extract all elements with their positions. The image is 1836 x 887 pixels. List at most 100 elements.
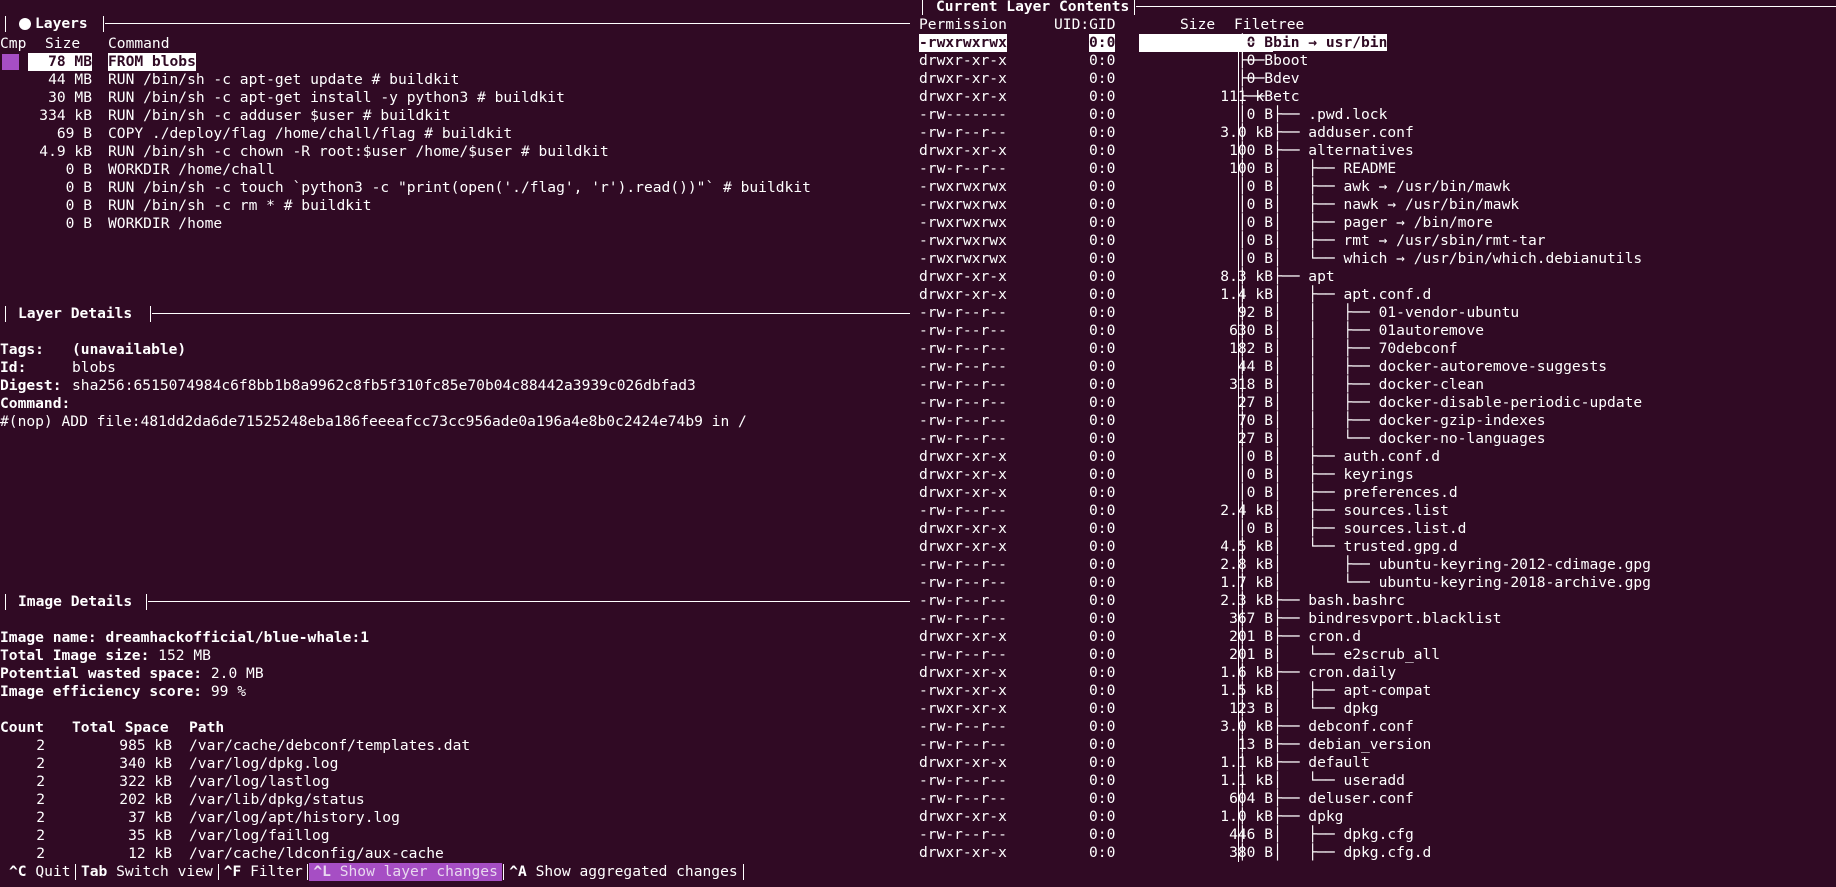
filetree-row[interactable]: drwxr-xr-x 0:0 100 B │ ├── alternatives (919, 142, 1836, 160)
file-name: 01-vendor-ubuntu (1378, 304, 1520, 321)
file-tree-entry: ├── boot (1238, 52, 1308, 70)
file-uidgid: 0:0 (1089, 538, 1116, 555)
filetree-row[interactable]: -rw-r--r-- 0:0 318 B │ │ │ ├── docker-clean (919, 376, 1836, 394)
filetree-row[interactable]: -rw-r--r-- 0:0 2.8 kB │ │ ├── ubuntu-keyrin… (919, 556, 1836, 574)
filetree-row[interactable]: -rw-r--r-- 0:0 630 B │ │ │ ├── 01autoremove (919, 322, 1836, 340)
filetree-row[interactable]: drwxr-xr-x 0:0 380 B │ │ ├── dpkg.cfg.d (919, 844, 1836, 862)
file-permission: drwxr-xr-x (919, 664, 1007, 681)
filetree-row[interactable]: -rw-r--r-- 0:0 2.4 kB │ │ ├── sources.list (919, 502, 1836, 520)
filetree-row[interactable]: drwxr-xr-x 0:0 111 kB ├── etc (919, 88, 1836, 106)
tree-branch-glyph: │ │ ├── (1238, 232, 1344, 249)
filetree-row[interactable]: -rw-r--r-- 0:0 100 B │ │ ├── README (919, 160, 1836, 178)
statusbar-label: Filter (250, 863, 303, 880)
file-permission: -rwxr-xr-x (919, 682, 1007, 699)
command-value: #(nop) ADD file:481dd2da6de71525248eba18… (0, 413, 747, 430)
layer-command: RUN /bin/sh -c apt-get update # buildkit (108, 71, 460, 88)
file-uidgid: 0:0 (1089, 160, 1116, 177)
file-permission: drwxr-xr-x (919, 142, 1007, 159)
file-name: docker-no-languages (1378, 430, 1546, 447)
file-name: dpkg.cfg (1343, 826, 1414, 843)
file-permission: -rw-r--r-- (919, 160, 1007, 177)
filetree-row[interactable]: -rw-r--r-- 0:0 182 B │ │ │ ├── 70debconf (919, 340, 1836, 358)
file-name: cron.daily (1308, 664, 1397, 681)
filetree-row[interactable]: drwxr-xr-x 0:0 0 B │ │ ├── sources.list.d (919, 520, 1836, 538)
file-tree-entry: │ │ ├── sources.list.d (1238, 520, 1466, 538)
filetree-row[interactable]: -rw-r--r-- 0:0 1.7 kB │ │ └── ubuntu-keyrin… (919, 574, 1836, 592)
filetree-row[interactable]: -rwxrwxrwx 0:0 0 B │ │ └── which → /usr/bin… (919, 250, 1836, 268)
filetree-row[interactable]: -rwxrwxrwx 0:0 0 B │ │ ├── pager → /bin/mor… (919, 214, 1836, 232)
filetree-row[interactable]: -rw-r--r-- 0:0 92 B │ │ │ ├── 01-vendor-ubu… (919, 304, 1836, 322)
filetree-row[interactable]: -rw-r--r-- 0:0 44 B │ │ │ ├── docker-autore… (919, 358, 1836, 376)
filetree-row[interactable]: -rwxr-xr-x 0:0 123 B │ │ └── dpkg (919, 700, 1836, 718)
filetree-row[interactable]: drwxr-xr-x 0:0 0 B ├── dev (919, 70, 1836, 88)
filetree-row[interactable]: -rwxr-xr-x 0:0 1.5 kB │ │ ├── apt-compat (919, 682, 1836, 700)
wasted-path: /var/log/dpkg.log (189, 755, 339, 772)
digest-label: Digest: (0, 377, 62, 394)
file-uidgid: 0:0 (1089, 232, 1116, 249)
filetree-row[interactable]: -rw-r--r-- 0:0 13 B │ ├── debian_version (919, 736, 1836, 754)
filetree-row[interactable]: drwxr-xr-x 0:0 1.0 kB │ ├── dpkg (919, 808, 1836, 826)
statusbar-item-switch-view[interactable]: Tab Switch view (77, 863, 217, 881)
layers-panel-title[interactable]: Layers (5, 15, 910, 33)
wasted-path: /var/cache/debconf/templates.dat (189, 737, 471, 754)
filetree-row[interactable]: drwxr-xr-x 0:0 8.3 kB │ ├── apt (919, 268, 1836, 286)
tree-branch-glyph: │ ├── (1238, 664, 1309, 681)
layer-command: RUN /bin/sh -c chown -R root:$user /home… (108, 143, 609, 160)
statusbar-item-filter[interactable]: ^F Filter (220, 863, 307, 881)
file-name: dpkg (1343, 700, 1379, 717)
filetree-row[interactable]: -rw------- 0:0 0 B │ ├── .pwd.lock (919, 106, 1836, 124)
filetree-row[interactable]: -rw-r--r-- 0:0 27 B │ │ │ └── docker-no-lan… (919, 430, 1836, 448)
file-tree-entry: │ ├── .pwd.lock (1238, 106, 1387, 124)
tree-branch-glyph: ├── (1238, 70, 1274, 87)
filetree-row[interactable]: -rw-r--r-- 0:0 1.1 kB │ │ └── useradd (919, 772, 1836, 790)
file-name: default (1308, 754, 1370, 771)
file-tree-entry: │ │ ├── sources.list (1238, 502, 1449, 520)
tree-branch-glyph: │ │ └── (1238, 574, 1379, 591)
file-tree-entry: │ │ ├── awk → /usr/bin/mawk (1238, 178, 1510, 196)
file-name: keyrings (1343, 466, 1414, 483)
filetree-row[interactable]: -rwxrwxrwx 0:0 0 B │ │ ├── nawk → /usr/bin/… (919, 196, 1836, 214)
tree-branch-glyph: │ ├── (1238, 106, 1309, 123)
filetree-row[interactable]: -rw-r--r-- 0:0 27 B │ │ │ ├── docker-disabl… (919, 394, 1836, 412)
filetree-row[interactable]: drwxr-xr-x 0:0 0 B │ │ ├── keyrings (919, 466, 1836, 484)
title-bracket-right (103, 16, 104, 32)
statusbar-item-show-layer-changes[interactable]: ^L Show layer changes (309, 863, 502, 881)
filetree-row[interactable]: drwxr-xr-x 0:0 0 B │ │ ├── preferences.d (919, 484, 1836, 502)
file-name: bindresvport.blacklist (1308, 610, 1502, 627)
filetree-row[interactable]: drwxr-xr-x 0:0 1.4 kB │ │ ├── apt.conf.d (919, 286, 1836, 304)
filetree-row[interactable]: -rw-r--r-- 0:0 446 B │ │ ├── dpkg.cfg (919, 826, 1836, 844)
file-permission: -rwxrwxrwx (919, 196, 1007, 213)
file-uidgid: 0:0 (1089, 520, 1116, 537)
tree-branch-glyph: │ │ ├── (1238, 520, 1344, 537)
filetree-row[interactable]: drwxr-xr-x 0:0 201 B │ ├── cron.d (919, 628, 1836, 646)
statusbar-item-show-aggregated-changes[interactable]: ^A Show aggregated changes (505, 863, 741, 881)
id-label: Id: (0, 359, 27, 376)
filetree-row[interactable]: -rw-r--r-- 0:0 367 B │ ├── bindresvport.bla… (919, 610, 1836, 628)
filetree-row[interactable]: drwxr-xr-x 0:0 4.5 kB │ │ └── trusted.gpg.d (919, 538, 1836, 556)
filetree-row[interactable]: -rw-r--r-- 0:0 604 B │ ├── deluser.conf (919, 790, 1836, 808)
tree-branch-glyph: ├── (1238, 88, 1274, 105)
filetree-row[interactable]: -rwxrwxrwx 0:0 0 B │ │ ├── rmt → /usr/sbin/… (919, 232, 1836, 250)
layer-command: RUN /bin/sh -c touch `python3 -c "print(… (108, 179, 811, 196)
contents-panel-title[interactable]: Current Layer Contents (922, 0, 1836, 16)
statusbar-item-quit[interactable]: ^C Quit (5, 863, 75, 881)
filetree-row[interactable]: -rwxrwxrwx 0:0 0 B ├── bin → usr/bin (919, 34, 1836, 52)
file-name: sources.list.d (1343, 520, 1467, 537)
file-tree-entry: │ ├── debconf.conf (1238, 718, 1414, 736)
statusbar-key: ^A (509, 863, 527, 880)
total-size-line: Total Image size: 152 MB (0, 647, 211, 665)
filetree-row[interactable]: -rw-r--r-- 0:0 201 B │ │ └── e2scrub_all (919, 646, 1836, 664)
filetree-row[interactable]: drwxr-xr-x 0:0 0 B ├── boot (919, 52, 1836, 70)
filetree-row[interactable]: drwxr-xr-x 0:0 1.6 kB │ ├── cron.daily (919, 664, 1836, 682)
filetree-row[interactable]: drwxr-xr-x 0:0 1.1 kB │ ├── default (919, 754, 1836, 772)
filetree-row[interactable]: -rw-r--r-- 0:0 3.0 kB │ ├── adduser.conf (919, 124, 1836, 142)
filetree-row[interactable]: -rw-r--r-- 0:0 3.0 kB │ ├── debconf.conf (919, 718, 1836, 736)
filetree-row[interactable]: -rw-r--r-- 0:0 70 B │ │ │ ├── docker-gzip-i… (919, 412, 1836, 430)
tree-branch-glyph: │ │ ├── (1238, 214, 1344, 231)
statusbar-label: Switch view (116, 863, 213, 880)
image-details-title-label: Image Details (18, 593, 133, 610)
filetree-row[interactable]: -rw-r--r-- 0:0 2.3 kB │ ├── bash.bashrc (919, 592, 1836, 610)
file-uidgid: 0:0 (1089, 610, 1116, 627)
filetree-row[interactable]: drwxr-xr-x 0:0 0 B │ │ ├── auth.conf.d (919, 448, 1836, 466)
filetree-row[interactable]: -rwxrwxrwx 0:0 0 B │ │ ├── awk → /usr/bin/m… (919, 178, 1836, 196)
